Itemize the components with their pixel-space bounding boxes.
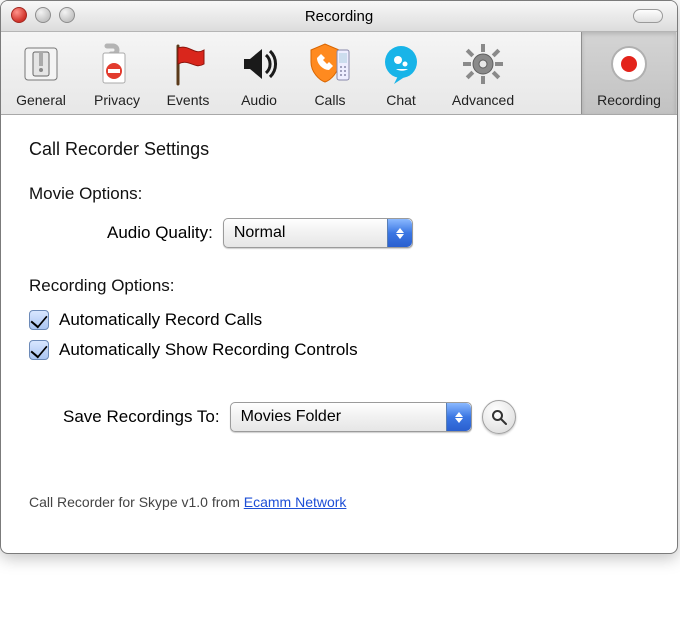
auto-record-checkbox[interactable] (29, 310, 49, 330)
speaker-icon (231, 40, 287, 88)
minimize-button[interactable] (35, 7, 51, 23)
tab-label: General (16, 92, 66, 108)
content-pane: Call Recorder Settings Movie Options: Au… (1, 115, 677, 553)
switch-icon (13, 40, 69, 88)
save-recordings-select[interactable]: Movies Folder (230, 402, 472, 432)
tab-label: Privacy (94, 92, 140, 108)
tab-recording[interactable]: Recording (581, 32, 677, 114)
save-recordings-label: Save Recordings To: (63, 407, 220, 427)
tab-calls[interactable]: Calls (295, 32, 366, 114)
tab-label: Chat (386, 92, 416, 108)
footer-prefix: Call Recorder for Skype v1.0 from (29, 494, 244, 510)
record-icon (601, 40, 657, 88)
page-heading: Call Recorder Settings (29, 139, 649, 160)
tab-label: Advanced (452, 92, 514, 108)
tab-events[interactable]: Events (153, 32, 224, 114)
footer: Call Recorder for Skype v1.0 from Ecamm … (29, 494, 649, 510)
do-not-disturb-icon (89, 40, 145, 88)
audio-quality-value: Normal (234, 224, 286, 242)
titlebar: Recording (1, 1, 677, 32)
toolbar-pill-button[interactable] (633, 9, 663, 23)
save-recordings-value: Movies Folder (241, 408, 341, 426)
auto-show-controls-label: Automatically Show Recording Controls (59, 340, 358, 360)
tab-advanced[interactable]: Advanced (437, 32, 530, 114)
phone-shield-icon (302, 40, 358, 88)
movie-options-heading: Movie Options: (29, 184, 649, 204)
tab-audio[interactable]: Audio (224, 32, 295, 114)
gear-icon (455, 40, 511, 88)
auto-record-label: Automatically Record Calls (59, 310, 262, 330)
preferences-window: Recording General (0, 0, 678, 554)
stepper-arrows-icon (387, 219, 412, 247)
ecamm-link[interactable]: Ecamm Network (244, 494, 347, 510)
chat-bubble-icon (373, 40, 429, 88)
tab-general[interactable]: General (1, 32, 82, 114)
magnifier-icon (491, 409, 507, 425)
flag-icon (160, 40, 216, 88)
tab-privacy[interactable]: Privacy (82, 32, 153, 114)
tab-chat[interactable]: Chat (366, 32, 437, 114)
auto-show-controls-checkbox[interactable] (29, 340, 49, 360)
window-title: Recording (305, 8, 373, 25)
audio-quality-select[interactable]: Normal (223, 218, 413, 248)
audio-quality-label: Audio Quality: (107, 223, 213, 243)
tab-label: Recording (597, 92, 661, 108)
tab-label: Audio (241, 92, 277, 108)
reveal-in-finder-button[interactable] (482, 400, 516, 434)
zoom-button[interactable] (59, 7, 75, 23)
close-button[interactable] (11, 7, 27, 23)
toolbar: General Privacy Events (1, 32, 677, 115)
stepper-arrows-icon (446, 403, 471, 431)
tab-label: Calls (314, 92, 345, 108)
recording-options-heading: Recording Options: (29, 276, 649, 296)
traffic-lights (11, 7, 75, 23)
tab-label: Events (167, 92, 210, 108)
